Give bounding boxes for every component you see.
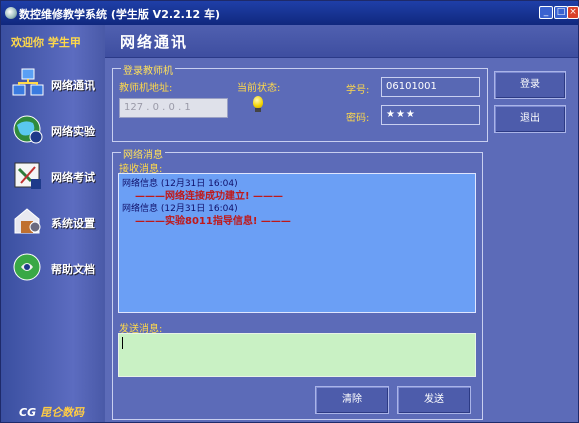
login-group: 登录教师机 教师机地址: 127 . 0 . 0 . 1 当前状态: 学号: 0… bbox=[112, 62, 488, 142]
sidebar-item-label: 系统设置 bbox=[51, 217, 95, 230]
sidebar-item-network-comm[interactable]: 网络通讯 bbox=[5, 65, 105, 103]
clear-button[interactable]: 清除 bbox=[315, 386, 389, 414]
student-id-input[interactable]: 06101001 bbox=[381, 77, 480, 97]
message-body: ———网络连接成功建立! ——— bbox=[135, 191, 284, 202]
status-label: 当前状态: bbox=[237, 83, 281, 94]
text-cursor bbox=[122, 337, 123, 349]
status-bulb-base bbox=[255, 108, 261, 112]
message-group: 网络消息 接收消息: 网络信息 (12月31日 16:04) ———网络连接成功… bbox=[112, 146, 483, 420]
brand-prefix: CG bbox=[19, 406, 37, 419]
exam-icon bbox=[11, 159, 45, 191]
message-body: ———实验8011指导信息! ——— bbox=[135, 216, 291, 227]
app-window: 数控维修教学系统 (学生版 V2.2.12 车) _ □ × 欢迎你 学生甲 网… bbox=[0, 0, 579, 423]
sidebar-item-network-exam[interactable]: 网络考试 bbox=[5, 157, 105, 195]
login-button[interactable]: 登录 bbox=[494, 71, 566, 99]
title-bar[interactable]: 数控维修教学系统 (学生版 V2.2.12 车) _ □ × bbox=[1, 1, 579, 25]
help-icon bbox=[11, 251, 45, 283]
maximize-button[interactable]: □ bbox=[554, 6, 568, 19]
sidebar: 欢迎你 学生甲 网络通讯 网络实验 网络考试 系统设置 帮助文档 CG 昆仑数码 bbox=[1, 25, 104, 422]
sidebar-item-label: 帮助文档 bbox=[51, 263, 95, 276]
message-group-legend: 网络消息 bbox=[121, 146, 165, 161]
sidebar-item-help[interactable]: 帮助文档 bbox=[5, 249, 105, 287]
logout-button[interactable]: 退出 bbox=[494, 105, 566, 133]
sidebar-item-label: 网络通讯 bbox=[51, 79, 95, 92]
welcome-text: 欢迎你 学生甲 bbox=[11, 36, 81, 49]
sidebar-item-label: 网络考试 bbox=[51, 171, 95, 184]
network-icon bbox=[11, 67, 45, 99]
brand-logo: CG 昆仑数码 bbox=[19, 404, 84, 420]
app-icon bbox=[5, 7, 17, 19]
window-title: 数控维修教学系统 (学生版 V2.2.12 车) bbox=[19, 8, 221, 21]
password-input[interactable]: ★★★ bbox=[381, 105, 480, 125]
send-message-input[interactable] bbox=[118, 333, 476, 377]
page-title: 网络通讯 bbox=[120, 33, 189, 51]
teacher-address-label: 教师机地址: bbox=[119, 83, 173, 94]
sidebar-item-label: 网络实验 bbox=[51, 125, 95, 138]
receive-message-box[interactable]: 网络信息 (12月31日 16:04) ———网络连接成功建立! ——— 网络信… bbox=[118, 173, 476, 313]
status-bulb-icon bbox=[253, 96, 263, 108]
minimize-button[interactable]: _ bbox=[539, 6, 553, 19]
teacher-address-input[interactable]: 127 . 0 . 0 . 1 bbox=[119, 98, 228, 118]
main-panel: 登录教师机 教师机地址: 127 . 0 . 0 . 1 当前状态: 学号: 0… bbox=[105, 58, 578, 422]
settings-icon bbox=[11, 205, 45, 237]
password-label: 密码: bbox=[346, 113, 370, 124]
student-id-label: 学号: bbox=[346, 85, 370, 96]
globe-icon bbox=[11, 113, 45, 145]
brand-text: 昆仑数码 bbox=[39, 406, 84, 419]
sidebar-item-settings[interactable]: 系统设置 bbox=[5, 203, 105, 241]
sidebar-item-network-lab[interactable]: 网络实验 bbox=[5, 111, 105, 149]
close-button[interactable]: × bbox=[567, 6, 579, 19]
send-button[interactable]: 发送 bbox=[397, 386, 471, 414]
page-header: 网络通讯 bbox=[105, 25, 578, 58]
login-group-legend: 登录教师机 bbox=[121, 62, 175, 77]
